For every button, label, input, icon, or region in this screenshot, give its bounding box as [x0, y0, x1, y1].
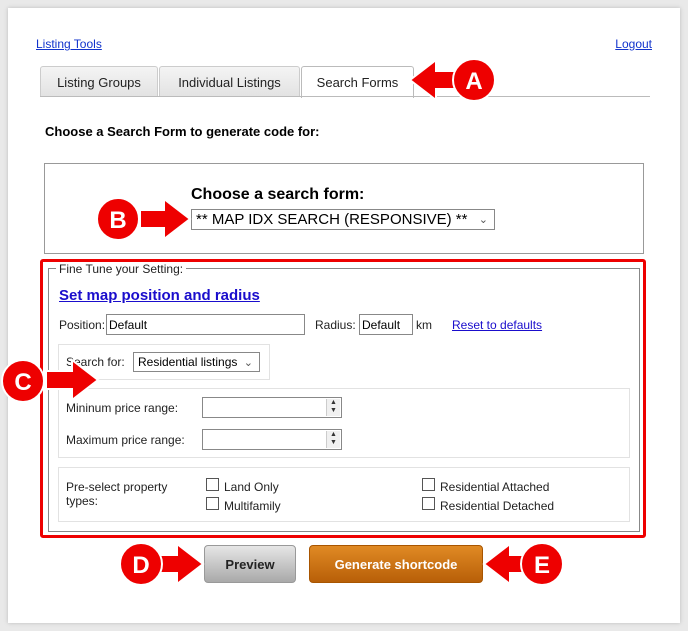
- annotation-letter-b: B: [109, 207, 126, 234]
- annotation-arrow-e: [482, 541, 564, 587]
- annotation-layer: A B C D E: [1, 57, 564, 587]
- annotation-letter-c: C: [14, 369, 31, 396]
- annotation-letter-e: E: [534, 552, 550, 579]
- annotation-letter-d: D: [132, 552, 149, 579]
- annotation-letter-a: A: [465, 68, 482, 95]
